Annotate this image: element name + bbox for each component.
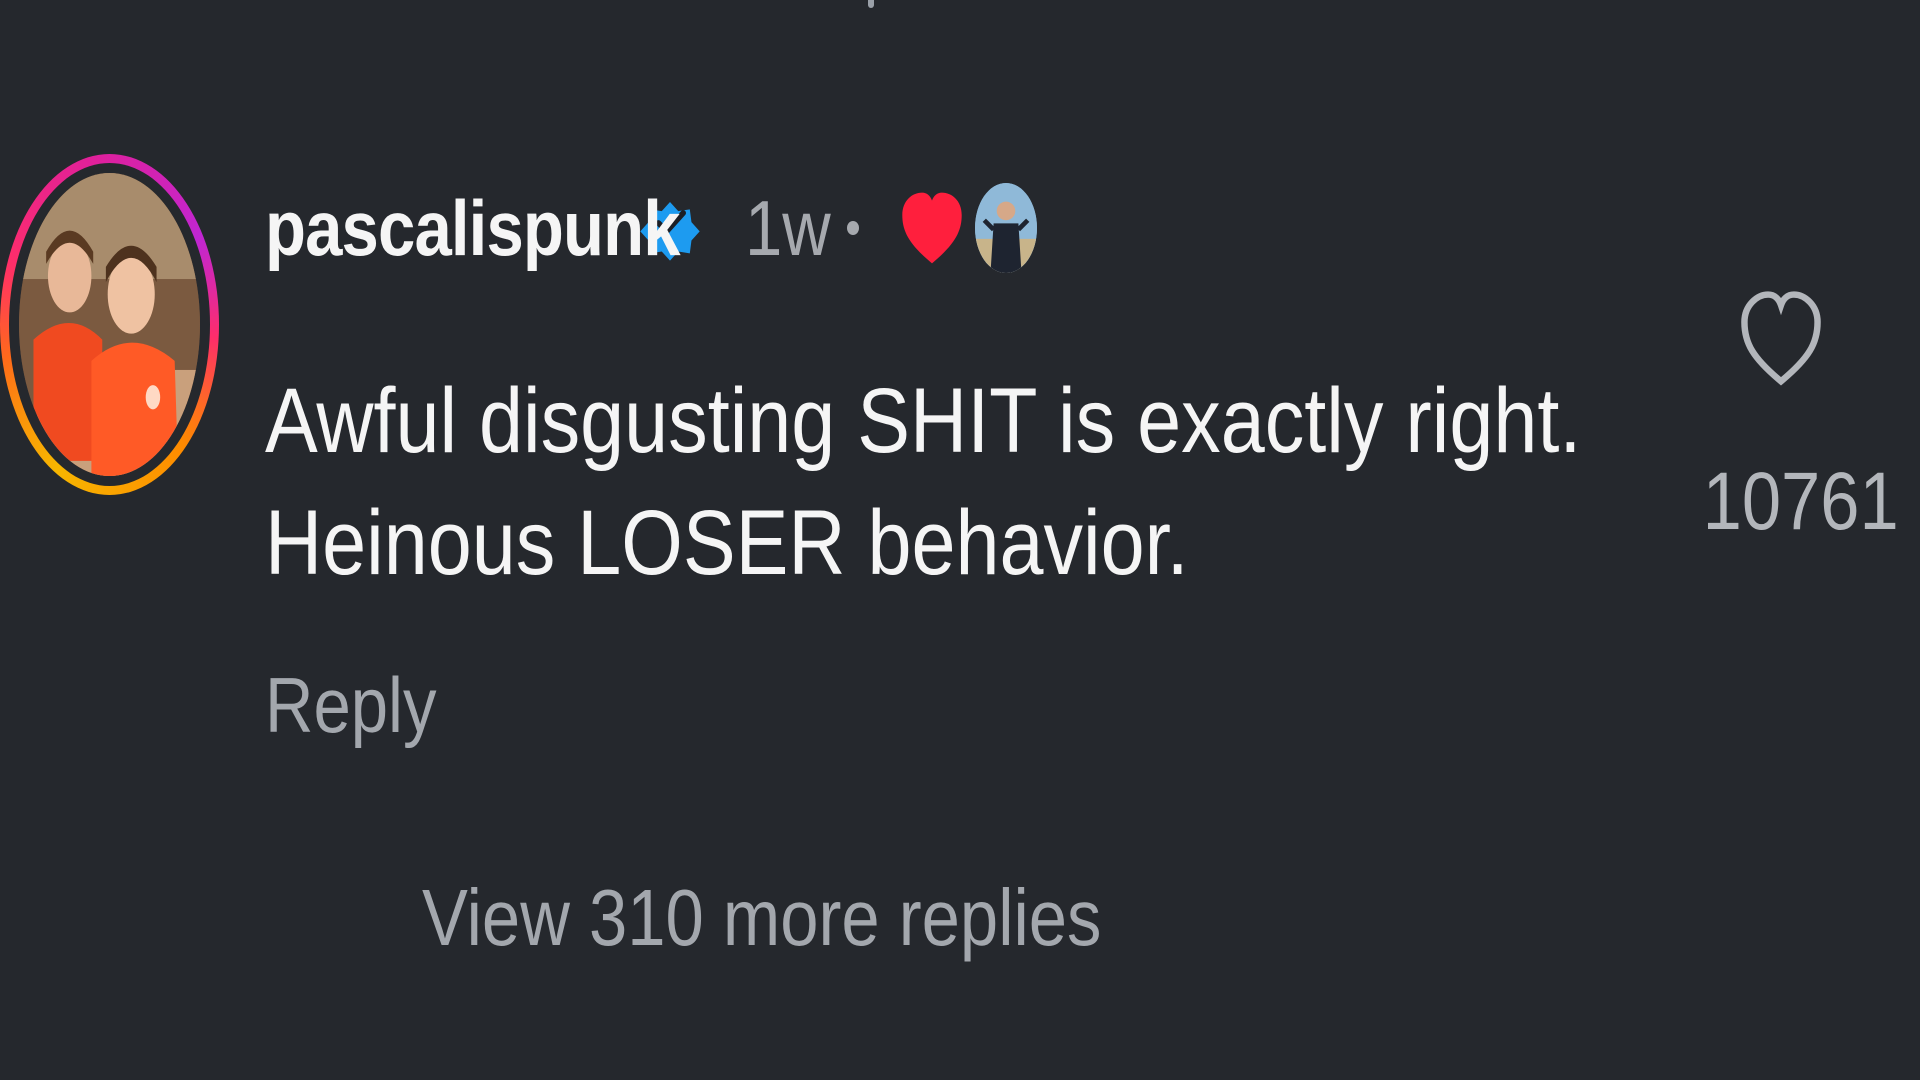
- reply-button[interactable]: Reply: [265, 660, 437, 751]
- heart-outline-icon[interactable]: [1738, 284, 1824, 394]
- previous-item-fragment: [868, 0, 874, 8]
- comment-line: Awful disgusting SHIT is exactly right.: [265, 370, 1582, 472]
- comment-timestamp: 1w: [745, 183, 831, 272]
- comment-header: pascalispunk 1w: [265, 168, 1037, 288]
- comment-text: Awful disgusting SHIT is exactly right. …: [265, 360, 1582, 604]
- like-count: 10761: [1702, 456, 1899, 547]
- avatar[interactable]: [0, 154, 219, 495]
- username[interactable]: pascalispunk: [265, 183, 681, 274]
- avatar-photo: [19, 173, 200, 476]
- separator-dot: [847, 221, 859, 235]
- creator-avatar: [975, 183, 1037, 273]
- view-replies-button[interactable]: View 310 more replies: [422, 872, 1101, 964]
- comment-line: Heinous LOSER behavior.: [265, 492, 1189, 594]
- comment-screen: pascalispunk 1w Awful disgusting SHIT is…: [0, 0, 1920, 1080]
- heart-filled-icon: [899, 183, 965, 273]
